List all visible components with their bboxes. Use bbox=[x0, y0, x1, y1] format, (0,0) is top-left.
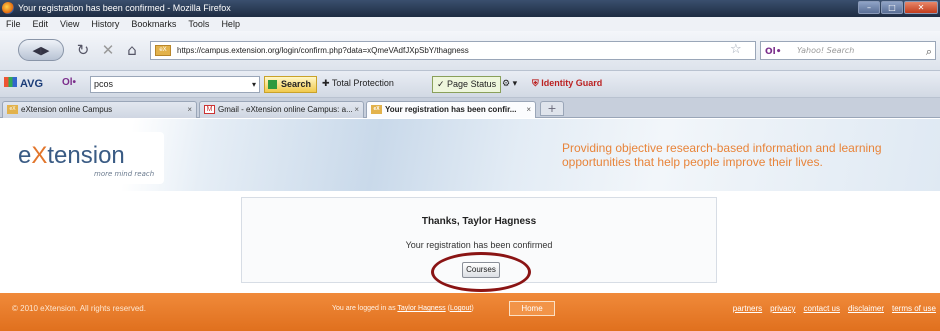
menu-help[interactable]: Help bbox=[221, 19, 240, 29]
page-status-button[interactable]: ✓ Page Status bbox=[432, 76, 502, 93]
avg-search-input[interactable]: pcos ▾ bbox=[90, 76, 260, 93]
menu-tools[interactable]: Tools bbox=[188, 19, 209, 29]
back-arrow-icon[interactable]: ◀ bbox=[33, 44, 41, 57]
reload-icon[interactable]: ↻ bbox=[73, 39, 93, 61]
menu-bookmarks[interactable]: Bookmarks bbox=[131, 19, 176, 29]
menu-history[interactable]: History bbox=[91, 19, 119, 29]
page-status-label: Page Status bbox=[447, 79, 497, 89]
settings-icon[interactable]: ⚙ ▾ bbox=[502, 78, 517, 89]
tab-label: Gmail - eXtension online Campus: a... bbox=[218, 105, 353, 114]
courses-button[interactable]: Courses bbox=[462, 262, 500, 278]
tab-strip: eX eXtension online Campus × M Gmail - e… bbox=[0, 98, 940, 118]
home-icon[interactable]: ⌂ bbox=[122, 39, 142, 61]
bookmark-star-icon[interactable]: ☆ bbox=[730, 42, 742, 57]
window-controls: – □ ✕ bbox=[858, 1, 938, 14]
confirmation-message: Your registration has been confirmed bbox=[405, 240, 553, 250]
page-header: eXtension more mind reach Providing obje… bbox=[0, 119, 940, 191]
logo-tagline: more mind reach bbox=[94, 170, 155, 178]
total-protection-button[interactable]: ✚ Total Protection bbox=[322, 78, 394, 89]
footer-links: partners privacy contact us disclaimer t… bbox=[733, 304, 936, 313]
extension-logo[interactable]: eXtension more mind reach bbox=[14, 132, 164, 184]
minimize-button[interactable]: – bbox=[858, 1, 880, 14]
search-engine-icon[interactable]: Ol• bbox=[765, 44, 782, 61]
logo-rest: tension bbox=[47, 142, 125, 169]
tab-registration-confirmed[interactable]: eX Your registration has been confir... … bbox=[366, 101, 536, 118]
menu-edit[interactable]: Edit bbox=[33, 19, 49, 29]
page-footer: © 2010 eXtension. All rights reserved. Y… bbox=[0, 293, 940, 331]
logged-in-status: You are logged in as Taylor Hagness (Log… bbox=[332, 305, 474, 312]
new-tab-button[interactable]: + bbox=[540, 101, 564, 116]
avg-toolbar: AVG Ol• pcos ▾ Search ✚ Total Protection… bbox=[0, 71, 940, 98]
search-placeholder[interactable]: Yahoo! Search bbox=[797, 46, 854, 55]
logo-x: X bbox=[31, 142, 48, 169]
footer-link-disclaimer[interactable]: disclaimer bbox=[848, 304, 884, 313]
identity-guard-button[interactable]: ⛨ Identity Guard bbox=[532, 78, 602, 89]
thanks-heading: Thanks, Taylor Hagness bbox=[421, 216, 537, 227]
firefox-icon bbox=[2, 2, 14, 14]
logged-in-prefix: You are logged in as bbox=[332, 305, 396, 312]
confirmation-panel: Thanks, Taylor Hagness Your registration… bbox=[241, 197, 717, 292]
navigation-toolbar: ◀ ▶ ↻ ✕ ⌂ eX https://campus.extension.or… bbox=[0, 31, 940, 71]
tab-label: Your registration has been confir... bbox=[385, 105, 517, 114]
close-window-button[interactable]: ✕ bbox=[904, 1, 938, 14]
window-title-bar: Your registration has been confirmed - M… bbox=[0, 0, 940, 17]
menu-bar: File Edit View History Bookmarks Tools H… bbox=[0, 17, 940, 31]
search-box[interactable]: Ol• Yahoo! Search ⌕ bbox=[760, 41, 936, 60]
logout-link[interactable]: Logout bbox=[450, 305, 471, 312]
tab-gmail[interactable]: M Gmail - eXtension online Campus: a... … bbox=[199, 101, 364, 118]
extension-favicon: eX bbox=[7, 105, 18, 114]
footer-link-contact[interactable]: contact us bbox=[804, 304, 840, 313]
close-tab-icon[interactable]: × bbox=[526, 102, 531, 117]
user-link[interactable]: Taylor Hagness bbox=[397, 305, 445, 312]
extension-favicon: eX bbox=[371, 105, 382, 114]
menu-view[interactable]: View bbox=[60, 19, 79, 29]
window-title: Your registration has been confirmed - M… bbox=[18, 3, 231, 13]
tab-label: eXtension online Campus bbox=[21, 105, 113, 114]
maximize-button[interactable]: □ bbox=[881, 1, 903, 14]
tab-extension-campus[interactable]: eX eXtension online Campus × bbox=[2, 101, 197, 118]
avg-logo-text: AVG bbox=[20, 78, 44, 90]
stop-icon[interactable]: ✕ bbox=[98, 39, 118, 61]
logo-wordmark: eXtension bbox=[18, 142, 125, 170]
back-forward-buttons[interactable]: ◀ ▶ bbox=[18, 39, 64, 61]
avg-logo-icon bbox=[4, 77, 17, 87]
close-tab-icon[interactable]: × bbox=[354, 102, 359, 117]
avg-search-query[interactable]: pcos bbox=[94, 79, 113, 89]
main-content: Thanks, Taylor Hagness Your registration… bbox=[0, 191, 940, 293]
extension-favicon: eX bbox=[155, 45, 171, 56]
logo-e: e bbox=[18, 142, 32, 169]
avg-logo[interactable]: AVG bbox=[4, 77, 43, 90]
gmail-icon: M bbox=[204, 105, 215, 114]
address-bar[interactable]: eX https://campus.extension.org/login/co… bbox=[150, 41, 756, 60]
site-tagline: Providing objective research-based infor… bbox=[562, 141, 882, 169]
url-text[interactable]: https://campus.extension.org/login/confi… bbox=[177, 46, 469, 55]
search-icon[interactable]: ⌕ bbox=[926, 43, 932, 60]
footer-link-privacy[interactable]: privacy bbox=[770, 304, 795, 313]
copyright-text: © 2010 eXtension. All rights reserved. bbox=[12, 304, 146, 313]
total-protection-label: Total Protection bbox=[331, 78, 394, 88]
avg-search-button[interactable]: Search bbox=[264, 76, 318, 93]
menu-file[interactable]: File bbox=[6, 19, 21, 29]
footer-link-terms[interactable]: terms of use bbox=[892, 304, 936, 313]
chevron-down-icon[interactable]: ▾ bbox=[252, 77, 256, 92]
forward-arrow-icon[interactable]: ▶ bbox=[41, 44, 49, 57]
identity-guard-label: Identity Guard bbox=[541, 78, 603, 88]
home-button[interactable]: Home bbox=[509, 301, 555, 316]
avg-ol-icon[interactable]: Ol• bbox=[62, 77, 76, 88]
footer-link-partners[interactable]: partners bbox=[733, 304, 762, 313]
close-tab-icon[interactable]: × bbox=[187, 102, 192, 117]
